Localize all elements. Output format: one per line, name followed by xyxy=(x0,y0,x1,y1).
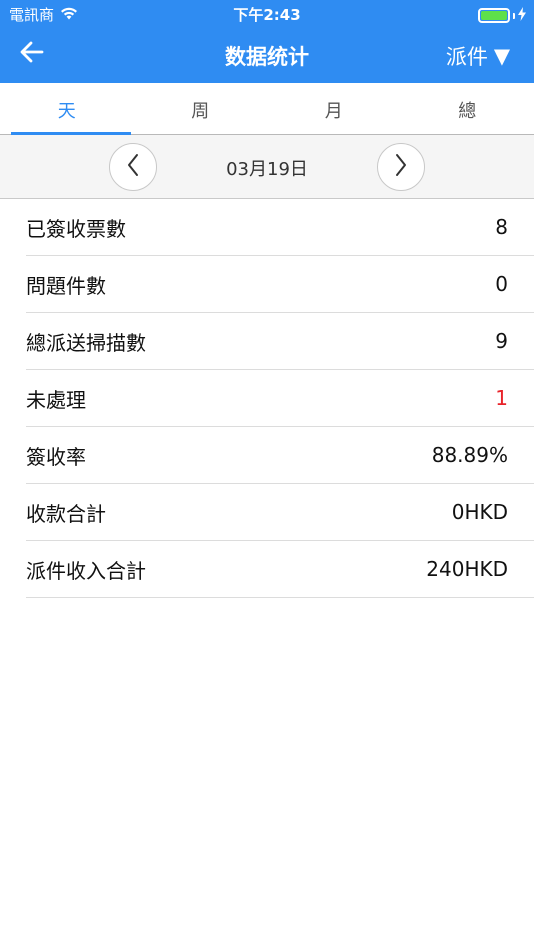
charging-bolt-icon xyxy=(518,6,526,25)
tab-week[interactable]: 周 xyxy=(134,83,268,134)
tab-day[interactable]: 天 xyxy=(0,83,134,135)
stat-row-dispatch-income: 派件收入合計 240HKD xyxy=(26,541,534,598)
tab-month[interactable]: 月 xyxy=(267,83,401,134)
stat-label: 總派送掃描數 xyxy=(26,330,146,355)
navigation-bar: 数据统计 派件 ▼ xyxy=(0,28,534,83)
current-date: 03月19日 xyxy=(226,159,308,180)
stat-row-problem-count: 問題件數 0 xyxy=(26,256,534,313)
stat-row-signed-count: 已簽收票數 8 xyxy=(26,199,534,256)
dropdown-arrow-icon: ▼ xyxy=(493,44,510,68)
stat-value: 0HKD xyxy=(451,500,508,524)
stat-label: 簽收率 xyxy=(26,444,86,469)
dispatch-type-dropdown[interactable]: 派件 ▼ xyxy=(446,41,510,71)
stat-label: 收款合計 xyxy=(26,501,106,526)
stat-label: 已簽收票數 xyxy=(26,216,126,241)
stat-value: 8 xyxy=(495,215,508,239)
stat-row-sign-rate: 簽收率 88.89% xyxy=(26,427,534,484)
next-date-button[interactable] xyxy=(377,143,425,191)
period-tabs: 天 周 月 總 xyxy=(0,83,534,135)
stat-value: 0 xyxy=(495,272,508,296)
stat-row-dispatch-scans: 總派送掃描數 9 xyxy=(26,313,534,370)
tab-total[interactable]: 總 xyxy=(401,83,534,134)
stat-label: 未處理 xyxy=(26,387,86,412)
statistics-list: 已簽收票數 8 問題件數 0 總派送掃描數 9 未處理 1 簽收率 88.89%… xyxy=(26,199,534,598)
stat-value: 240HKD xyxy=(426,557,508,581)
battery-icon xyxy=(478,8,510,23)
app-header: 電訊商 下午2:43 数据统计 派件 ▼ xyxy=(0,0,534,83)
stat-row-collection-total: 收款合計 0HKD xyxy=(26,484,534,541)
stat-value: 88.89% xyxy=(431,443,508,467)
stat-row-unprocessed: 未處理 1 xyxy=(26,370,534,427)
stat-value: 9 xyxy=(495,329,508,353)
stat-value-alert: 1 xyxy=(495,386,508,410)
chevron-right-icon xyxy=(394,153,408,181)
battery-indicator xyxy=(478,6,526,25)
stat-label: 派件收入合計 xyxy=(26,558,146,583)
stat-label: 問題件數 xyxy=(26,273,106,298)
status-bar: 電訊商 下午2:43 xyxy=(0,0,534,28)
dropdown-label: 派件 xyxy=(445,45,488,69)
clock: 下午2:43 xyxy=(233,6,301,24)
date-navigator: 03月19日 xyxy=(0,135,534,199)
